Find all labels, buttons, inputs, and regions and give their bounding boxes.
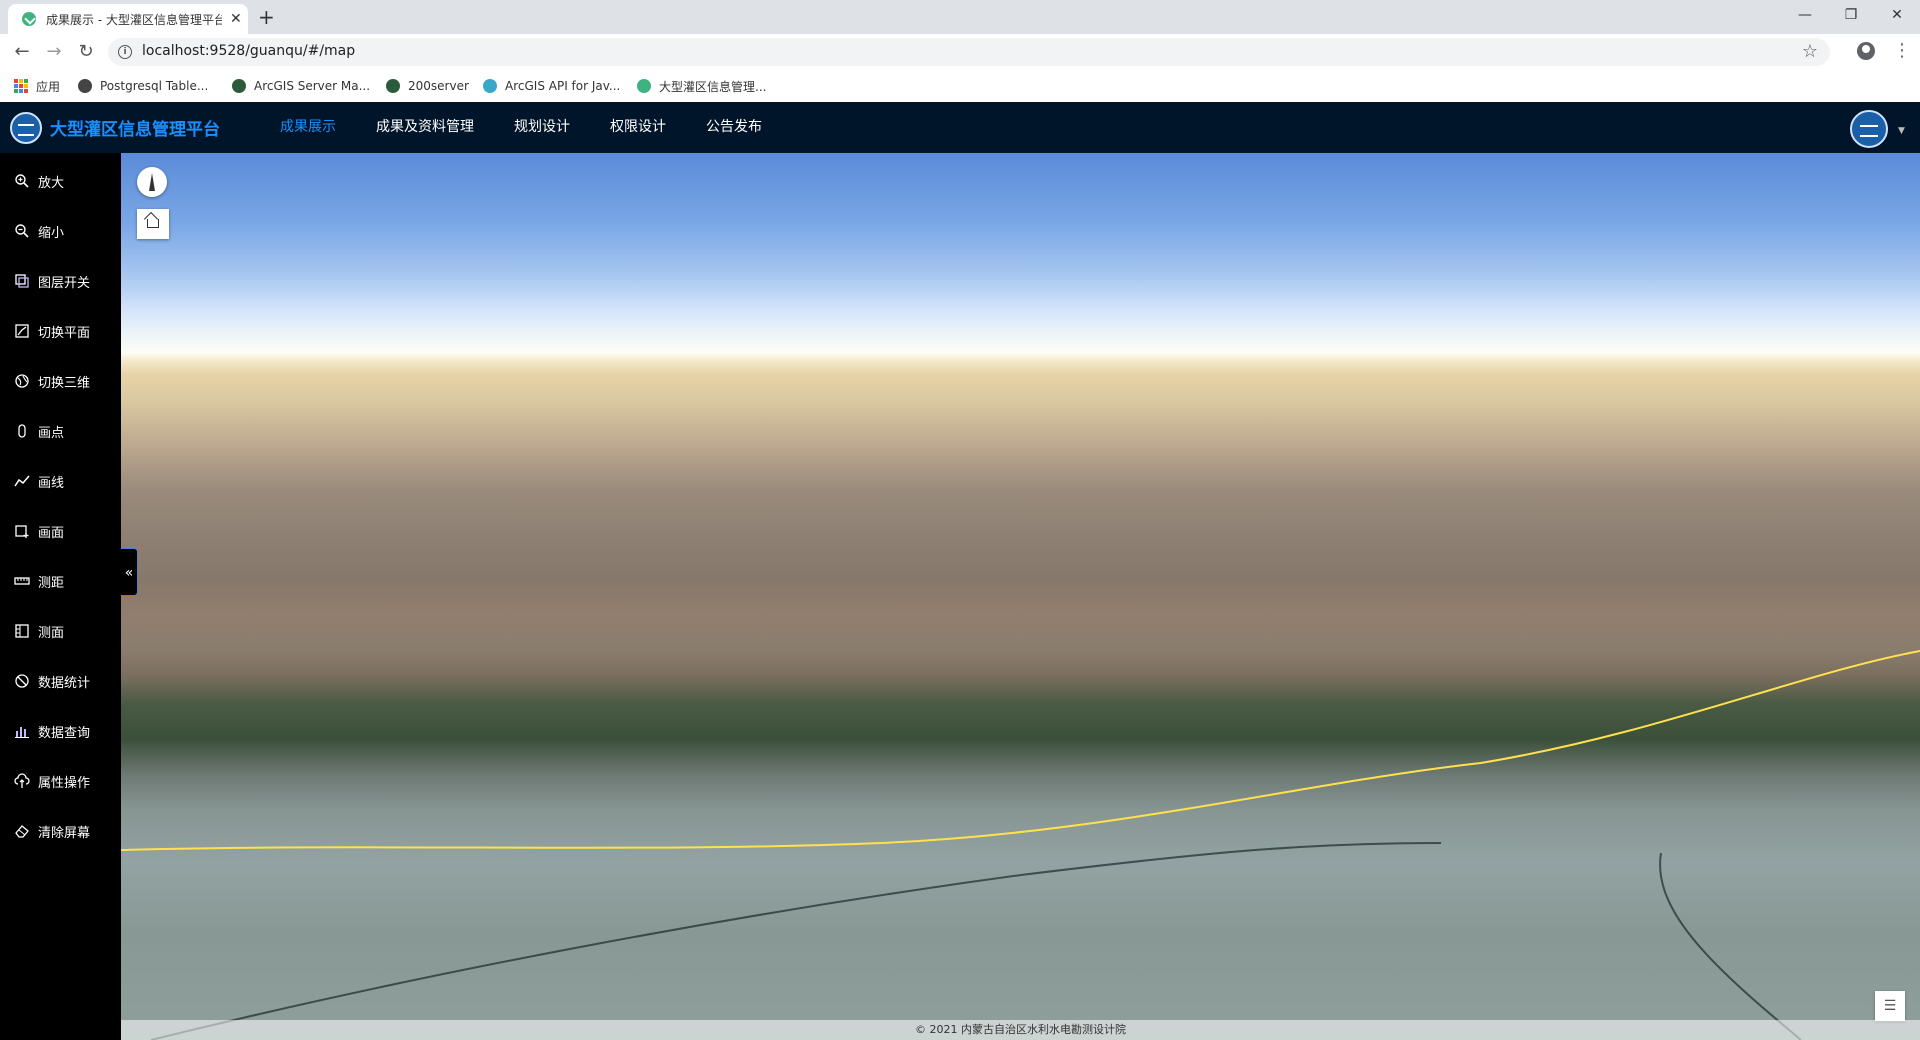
- info-icon[interactable]: i: [118, 45, 132, 59]
- menu-item-data-management[interactable]: 成果及资料管理: [356, 102, 494, 153]
- bookmark-200server[interactable]: 200server: [386, 76, 469, 96]
- area-measure-icon: [14, 623, 30, 639]
- chevron-down-icon[interactable]: ▼: [1898, 126, 1905, 136]
- bar-chart-icon: [14, 723, 30, 739]
- bookmark-arcgis-api[interactable]: ArcGIS API for Jav...: [483, 76, 620, 96]
- compass-icon[interactable]: [137, 167, 167, 197]
- tool-attribute-edit[interactable]: 属性操作: [0, 761, 121, 801]
- bookmark-star-icon[interactable]: ☆: [1802, 41, 1818, 62]
- point-icon: [14, 423, 30, 439]
- polygon-icon: [14, 523, 30, 539]
- address-bar: ← → ↻ i localhost:9528/guanqu/#/map ☆ ⋮: [0, 34, 1920, 70]
- cloud-upload-icon: [14, 773, 30, 789]
- menu-item-permissions[interactable]: 权限设计: [590, 102, 686, 153]
- tool-draw-polygon[interactable]: 画面: [0, 511, 121, 551]
- main-menu: 成果展示 成果及资料管理 规划设计 权限设计 公告发布: [260, 102, 782, 153]
- tool-draw-line[interactable]: 画线: [0, 461, 121, 501]
- globe-icon: [232, 79, 246, 93]
- vue-icon: [637, 79, 651, 93]
- logo-icon: [10, 112, 42, 144]
- bookmark-postgresql[interactable]: Postgresql Table...: [78, 76, 208, 96]
- tool-draw-point[interactable]: 画点: [0, 411, 121, 451]
- tool-layers[interactable]: 图层开关: [0, 261, 121, 301]
- ruler-icon: [14, 573, 30, 589]
- account-icon[interactable]: [1857, 42, 1875, 60]
- zoom-out-icon: [14, 223, 30, 239]
- forward-button[interactable]: →: [42, 40, 66, 64]
- globe-3d-icon: [14, 373, 30, 389]
- browser-tab-strip: 成果展示 - 大型灌区信息管理平台 ✕ + — ❐ ✕: [0, 0, 1920, 34]
- restore-button[interactable]: ❐: [1828, 0, 1874, 30]
- tool-clear-screen[interactable]: 清除屏幕: [0, 811, 121, 851]
- polyline-icon: [14, 473, 30, 489]
- bookmarks-bar: 应用 Postgresql Table... ArcGIS Server Ma.…: [0, 70, 1920, 103]
- browser-tab[interactable]: 成果展示 - 大型灌区信息管理平台 ✕: [8, 4, 248, 34]
- arcgis-icon: [483, 79, 497, 93]
- browser-menu-icon[interactable]: ⋮: [1893, 40, 1911, 61]
- app-header: 大型灌区信息管理平台 成果展示 成果及资料管理 规划设计 权限设计 公告发布 ▼: [0, 102, 1920, 153]
- tool-zoom-out[interactable]: 缩小: [0, 211, 121, 251]
- url-omnibox[interactable]: i localhost:9528/guanqu/#/map ☆: [108, 38, 1830, 66]
- bookmark-apps[interactable]: 应用: [14, 76, 60, 96]
- tool-data-statistics[interactable]: 数据统计: [0, 661, 121, 701]
- bookmark-arcgis-server[interactable]: ArcGIS Server Ma...: [232, 76, 370, 96]
- globe-icon: [386, 79, 400, 93]
- collapse-sidebar-button[interactable]: «: [121, 548, 138, 596]
- tool-switch-3d[interactable]: 切换三维: [0, 361, 121, 401]
- apps-icon: [14, 79, 28, 93]
- map-toolbar: 放大 缩小 图层开关 切换平面 切换三维 画点 画线 画面 测距 测面 数据统计: [0, 153, 121, 1040]
- menu-item-planning[interactable]: 规划设计: [494, 102, 590, 153]
- tool-measure-distance[interactable]: 测距: [0, 561, 121, 601]
- legend-menu-icon[interactable]: ☰: [1875, 991, 1905, 1021]
- menu-item-announcements[interactable]: 公告发布: [686, 102, 782, 153]
- canal-polyline: [121, 650, 1920, 1040]
- stats-icon: [14, 673, 30, 689]
- app-title: 大型灌区信息管理平台: [50, 120, 220, 140]
- close-window-button[interactable]: ✕: [1874, 0, 1920, 30]
- menu-item-results[interactable]: 成果展示: [260, 102, 356, 153]
- browser-tab-title: 成果展示 - 大型灌区信息管理平台: [46, 12, 222, 27]
- close-tab-icon[interactable]: ✕: [230, 11, 242, 27]
- globe-icon: [78, 79, 92, 93]
- reload-button[interactable]: ↻: [74, 40, 98, 64]
- zoom-in-icon: [14, 173, 30, 189]
- vue-favicon-icon: [22, 12, 36, 26]
- new-tab-button[interactable]: +: [258, 4, 275, 30]
- eraser-icon: [14, 823, 30, 839]
- tool-zoom-in[interactable]: 放大: [0, 161, 121, 201]
- home-icon[interactable]: [137, 209, 169, 239]
- minimize-button[interactable]: —: [1782, 0, 1828, 30]
- map-2d-icon: [14, 323, 30, 339]
- layers-icon: [14, 273, 30, 289]
- map-attribution: © 2021 内蒙古自治区水利水电勘测设计院: [121, 1020, 1920, 1040]
- back-button[interactable]: ←: [10, 40, 34, 64]
- tool-measure-area[interactable]: 测面: [0, 611, 121, 651]
- map-3d-view[interactable]: « ☰ © 2021 内蒙古自治区水利水电勘测设计院: [121, 153, 1920, 1040]
- bookmark-guanqu-platform[interactable]: 大型灌区信息管理...: [637, 76, 766, 96]
- url-text[interactable]: localhost:9528/guanqu/#/map: [142, 43, 355, 59]
- tool-data-query[interactable]: 数据查询: [0, 711, 121, 751]
- tool-switch-2d[interactable]: 切换平面: [0, 311, 121, 351]
- user-avatar[interactable]: [1850, 110, 1888, 148]
